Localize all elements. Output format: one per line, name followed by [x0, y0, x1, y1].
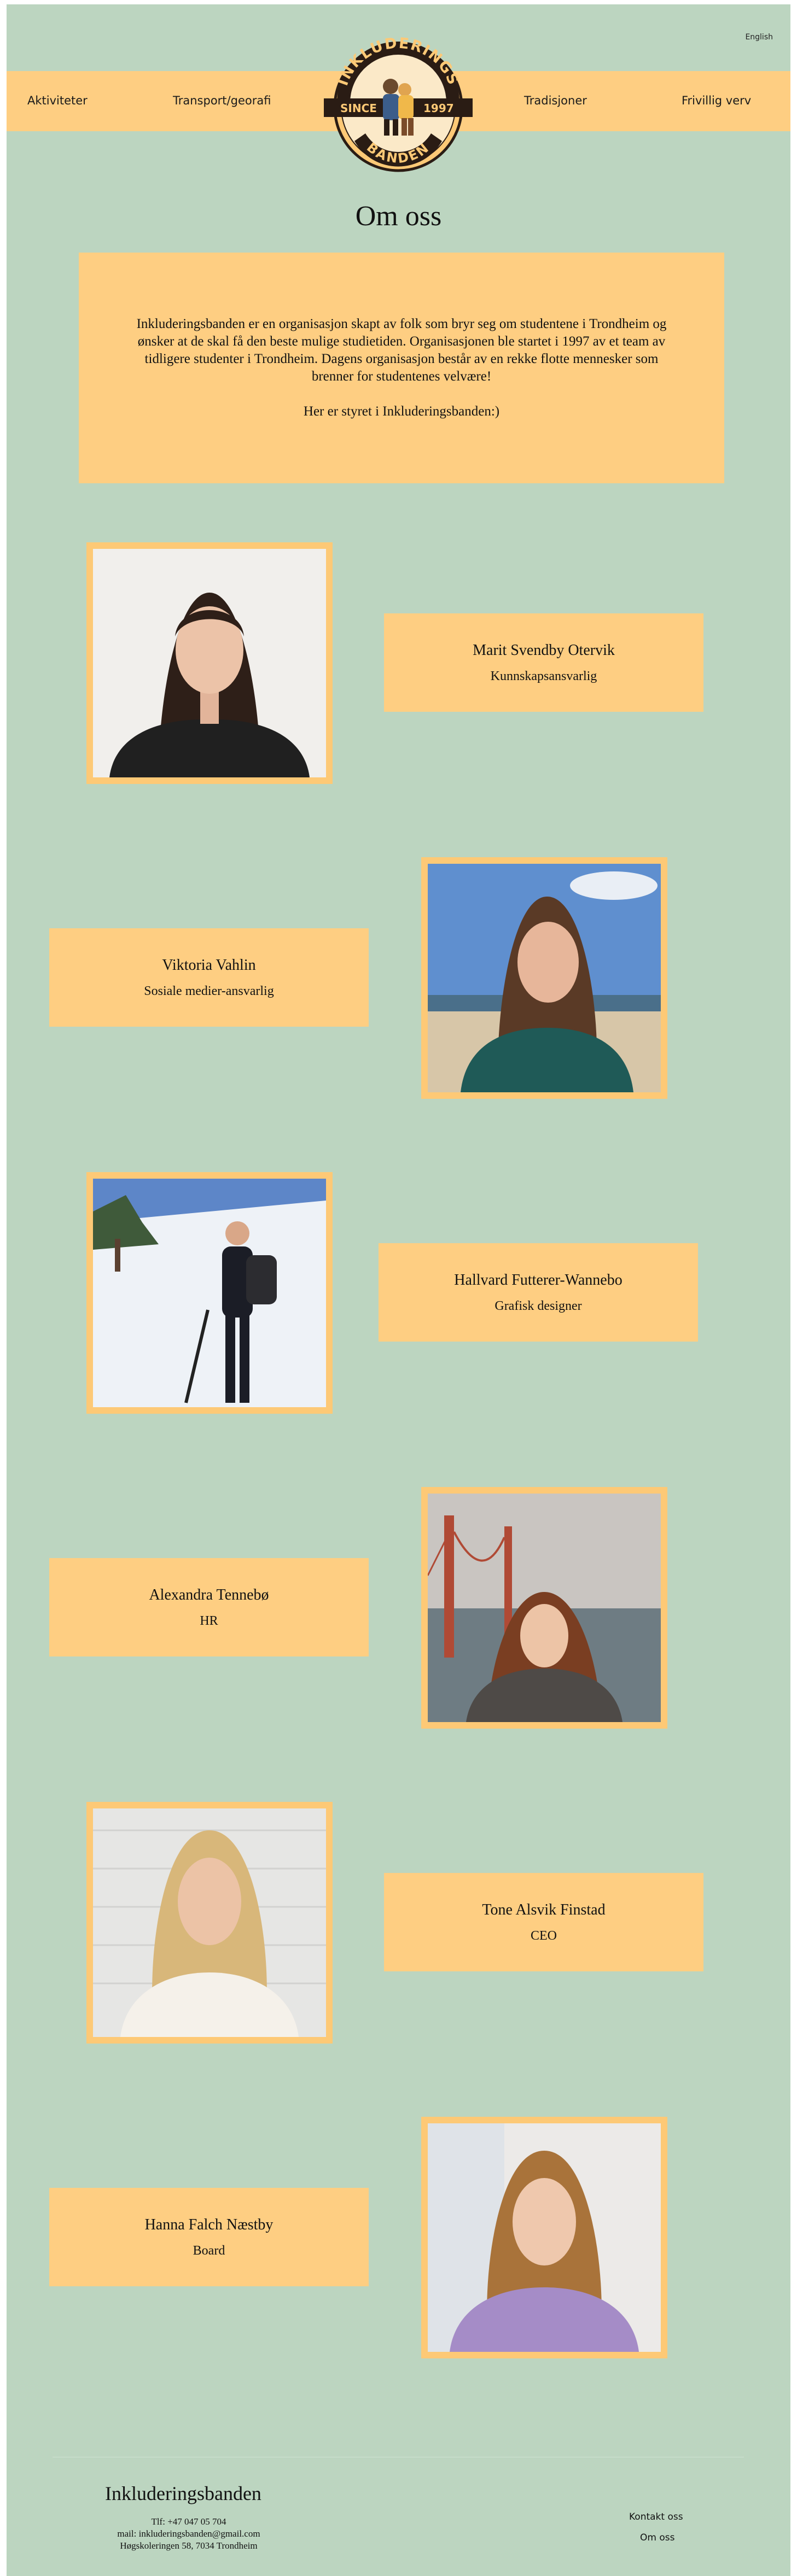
- page-title: Om oss: [355, 201, 442, 232]
- member-role: HR: [200, 1613, 218, 1628]
- logo-since-label: SINCE: [340, 102, 377, 115]
- footer-email: mail: inkluderingsbanden@gmail.com: [117, 2528, 260, 2539]
- footer-address: Høgskoleringen 58, 7034 Trondheim: [120, 2540, 258, 2551]
- footer-link-kontakt-oss[interactable]: Kontakt oss: [629, 2511, 683, 2522]
- nav-item-frivillig-verv[interactable]: Frivillig verv: [682, 94, 751, 107]
- nav-item-aktiviteter[interactable]: Aktiviteter: [27, 94, 88, 107]
- member-name: Tone Alsvik Finstad: [482, 1901, 606, 1918]
- member-role: Sosiale medier-ansvarlig: [144, 983, 274, 998]
- language-link[interactable]: English: [745, 33, 773, 42]
- member-photo: [421, 1487, 667, 1729]
- member-photo: [86, 1802, 333, 2044]
- logo-year: 1997: [423, 102, 454, 115]
- intro-box: Inkluderingsbanden er en organisasjon sk…: [79, 253, 724, 483]
- member-name: Marit Svendby Otervik: [473, 641, 615, 659]
- member-name: Viktoria Vahlin: [162, 956, 256, 974]
- nav-item-tradisjoner[interactable]: Tradisjoner: [524, 94, 587, 107]
- member-card: Hanna Falch Næstby Board: [49, 2188, 369, 2286]
- member-name: Alexandra Tennebø: [149, 1586, 269, 1603]
- member-card: Marit Svendby Otervik Kunnskapsansvarlig: [384, 613, 703, 712]
- intro-paragraph: Inkluderingsbanden er en organisasjon sk…: [136, 317, 667, 384]
- page: English Aktiviteter Transport/georafi Tr…: [7, 4, 790, 2576]
- member-card: Viktoria Vahlin Sosiale medier-ansvarlig: [49, 928, 369, 1027]
- footer-contact-info: Tlf: +47 047 05 704 mail: inkluderingsba…: [60, 2516, 317, 2552]
- nav-item-transport[interactable]: Transport/georafi: [173, 94, 271, 107]
- footer-link-om-oss[interactable]: Om oss: [640, 2532, 674, 2543]
- member-card: Hallvard Futterer-Wannebo Grafisk design…: [379, 1243, 698, 1342]
- site-logo[interactable]: INKLUDERINGS SINCE 1997 BANDEN: [322, 34, 475, 174]
- intro-board-line: Her er styret i Inkluderingsbanden:): [303, 404, 500, 419]
- member-role: CEO: [531, 1928, 557, 1943]
- member-photo: [421, 857, 667, 1099]
- member-role: Board: [193, 2243, 225, 2258]
- footer-brand: Inkluderingsbanden: [105, 2483, 261, 2504]
- footer-phone: Tlf: +47 047 05 704: [151, 2516, 226, 2527]
- member-card: Alexandra Tennebø HR: [49, 1558, 369, 1656]
- member-photo: [421, 2117, 667, 2358]
- member-photo: [86, 542, 333, 784]
- member-photo: [86, 1172, 333, 1414]
- member-name: Hanna Falch Næstby: [144, 2216, 274, 2233]
- member-role: Kunnskapsansvarlig: [490, 669, 597, 683]
- member-card: Tone Alsvik Finstad CEO: [384, 1873, 703, 1971]
- member-role: Grafisk designer: [495, 1298, 582, 1313]
- member-name: Hallvard Futterer-Wannebo: [454, 1271, 623, 1289]
